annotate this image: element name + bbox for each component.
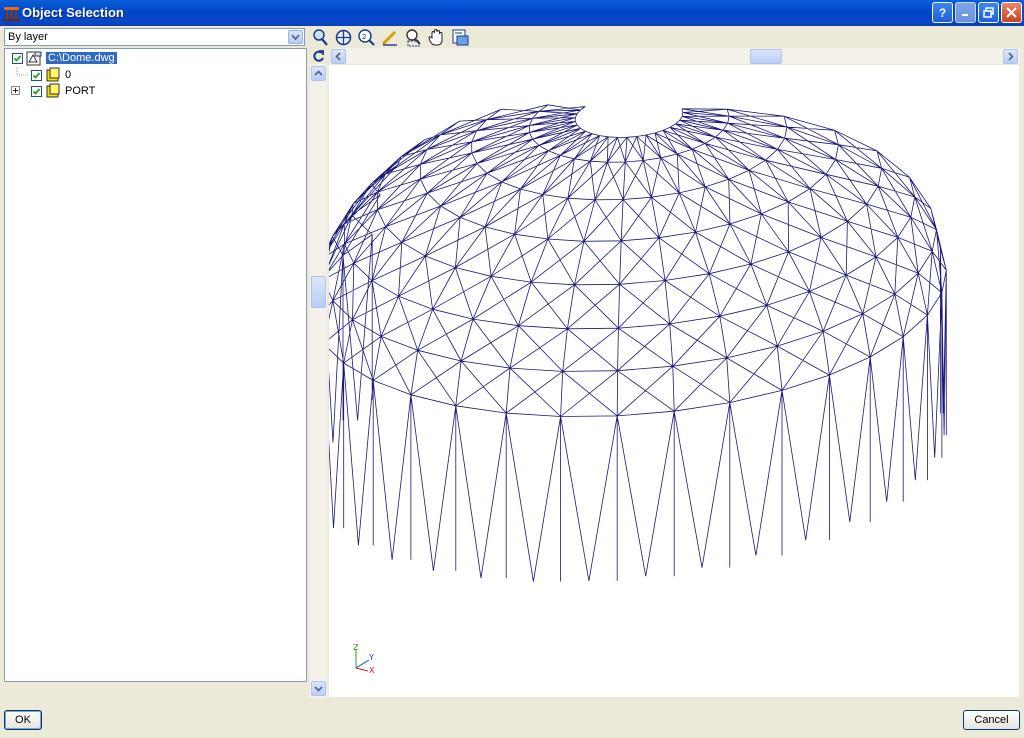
zoom-extents-icon[interactable] — [334, 28, 353, 47]
help-button[interactable]: ? — [932, 2, 953, 23]
dropdown-arrow-button[interactable] — [288, 30, 303, 44]
cancel-button[interactable]: Cancel — [963, 710, 1020, 730]
tree-item-layer-port[interactable]: PORT — [10, 83, 210, 99]
horizontal-scroll-thumb[interactable] — [750, 49, 782, 64]
tree-item-layer-0[interactable]: 0 — [10, 67, 210, 83]
close-icon — [1006, 7, 1017, 18]
horizontal-scrollbar[interactable] — [330, 48, 1020, 64]
svg-text:2: 2 — [362, 33, 366, 41]
scroll-right-button[interactable] — [1003, 49, 1018, 64]
tree-root-checkbox[interactable] — [12, 53, 23, 64]
pan-hand-icon[interactable] — [427, 28, 446, 47]
vertical-scroll-thumb[interactable] — [311, 276, 326, 308]
chevron-down-icon — [314, 686, 323, 692]
scroll-down-button[interactable] — [311, 681, 326, 696]
drawing-canvas[interactable]: Z Y X — [312, 65, 1019, 697]
axis-y-label: Y — [369, 653, 374, 662]
left-pane: By layer C:\Dome.dwg 0 PORT — [4, 28, 307, 682]
tree-connector — [16, 67, 29, 76]
dwg-file-icon — [26, 51, 42, 66]
wireframe-lines — [312, 104, 947, 582]
chevron-up-icon — [314, 70, 323, 76]
zoom-realtime-icon[interactable] — [311, 28, 330, 47]
layer-icon — [46, 67, 60, 82]
layer-0-label: 0 — [65, 69, 72, 81]
axis-x-label: X — [369, 666, 375, 675]
chevron-left-icon — [335, 52, 341, 61]
checkmark-icon — [13, 55, 22, 62]
pick-icon[interactable] — [381, 28, 400, 47]
window-title: Object Selection — [22, 5, 124, 20]
checkmark-icon — [32, 72, 41, 79]
chevron-right-icon — [1008, 52, 1014, 61]
rotate-view-icon[interactable] — [312, 49, 326, 63]
layer-icon — [46, 83, 60, 98]
layer-port-checkbox[interactable] — [31, 86, 42, 97]
app-icon — [3, 7, 20, 21]
ok-button[interactable]: OK — [4, 710, 42, 730]
restore-icon — [983, 7, 994, 18]
checkmark-icon — [32, 88, 41, 95]
drawing-viewport-area: Z Y X — [310, 48, 1022, 698]
view-toolbar: 2 — [311, 28, 511, 48]
zoom-window-icon[interactable] — [404, 28, 423, 47]
scroll-up-button[interactable] — [311, 66, 326, 81]
layer-0-checkbox[interactable] — [31, 70, 42, 81]
dome-wireframe — [312, 104, 947, 582]
restore-button[interactable] — [978, 2, 999, 23]
layer-tree: C:\Dome.dwg 0 PORT — [4, 48, 307, 682]
minimize-icon — [962, 14, 968, 16]
tree-root-label: C:\Dome.dwg — [46, 52, 117, 64]
close-button[interactable] — [1001, 2, 1022, 23]
dialog-footer: OK Cancel — [0, 700, 1024, 738]
zoom-2x-icon[interactable]: 2 — [357, 28, 376, 47]
axis-z-label: Z — [353, 643, 359, 652]
vertical-scrollbar[interactable] — [310, 64, 327, 698]
view-options-icon[interactable] — [451, 28, 470, 47]
layer-port-label: PORT — [65, 85, 96, 97]
scroll-left-button[interactable] — [331, 49, 346, 64]
expand-plus-icon[interactable] — [11, 86, 20, 95]
filter-dropdown-value: By layer — [8, 31, 48, 43]
tree-item-root[interactable]: C:\Dome.dwg — [10, 51, 210, 67]
title-bar: Object Selection ? — [0, 0, 1024, 26]
help-icon: ? — [938, 5, 947, 20]
minimize-button[interactable] — [955, 2, 976, 23]
filter-dropdown[interactable]: By layer — [4, 28, 305, 46]
chevron-down-icon — [291, 34, 300, 41]
